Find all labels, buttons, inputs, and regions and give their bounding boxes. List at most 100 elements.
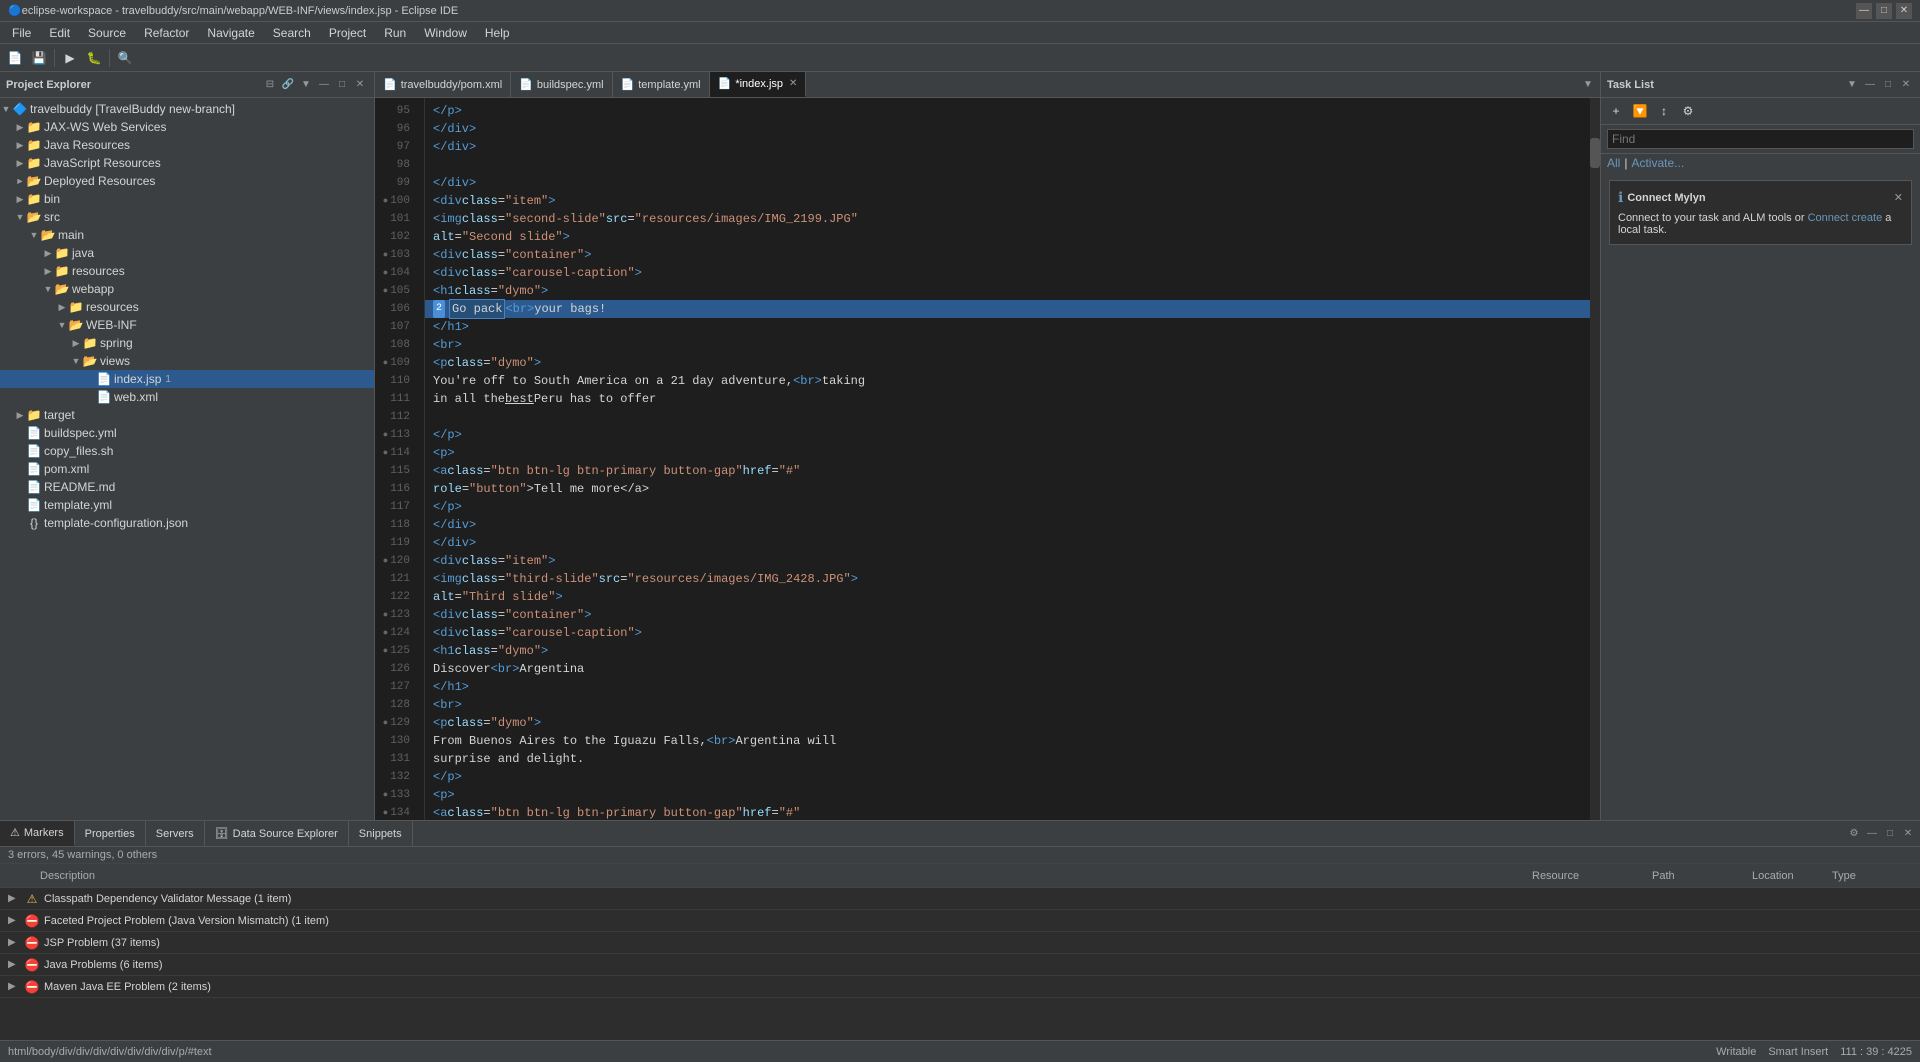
marker-row-1[interactable]: ▶ ⛔ Faceted Project Problem (Java Versio… — [0, 910, 1920, 932]
code-line-118[interactable]: </div> — [425, 516, 1590, 534]
tree-item-19[interactable]: 📄 copy_files.sh — [0, 442, 374, 460]
tab-pom-xml[interactable]: 📄 travelbuddy/pom.xml — [375, 72, 511, 97]
link-editor-button[interactable]: 🔗 — [280, 77, 296, 93]
fold-100[interactable]: ● — [383, 192, 388, 210]
tab-properties[interactable]: Properties — [75, 821, 146, 846]
expand-icon-2[interactable]: ▶ — [8, 937, 24, 948]
maximize-panel-button[interactable]: □ — [334, 77, 350, 93]
col-location[interactable]: Location — [1752, 870, 1832, 882]
menu-help[interactable]: Help — [477, 24, 518, 42]
tab-template[interactable]: 📄 template.yml — [613, 72, 710, 97]
code-line-125[interactable]: <h1 class="dymo"> — [425, 642, 1590, 660]
code-line-113[interactable]: </p> — [425, 426, 1590, 444]
save-button[interactable]: 💾 — [28, 47, 50, 69]
menu-file[interactable]: File — [4, 24, 39, 42]
code-line-98[interactable] — [425, 156, 1590, 174]
tree-item-6[interactable]: ▼ 📂 src — [0, 208, 374, 226]
fold-124[interactable]: ● — [383, 624, 388, 642]
task-filter-button[interactable]: 🔽 — [1629, 100, 1651, 122]
fold-134[interactable]: ● — [383, 804, 388, 820]
view-menu-button[interactable]: ▼ — [298, 77, 314, 93]
tree-item-18[interactable]: 📄 buildspec.yml — [0, 424, 374, 442]
fold-129[interactable]: ● — [383, 714, 388, 732]
tab-servers[interactable]: Servers — [146, 821, 205, 846]
activate-link[interactable]: Activate... — [1631, 156, 1684, 170]
code-line-128[interactable]: <br> — [425, 696, 1590, 714]
fold-105[interactable]: ● — [383, 282, 388, 300]
task-sort-button[interactable]: ↕ — [1653, 100, 1675, 122]
task-list-minimize[interactable]: — — [1862, 77, 1878, 93]
tree-item-0[interactable]: ▼ 🔷 travelbuddy [TravelBuddy new-branch] — [0, 100, 374, 118]
tree-item-16[interactable]: 📄 web.xml — [0, 388, 374, 406]
code-line-101[interactable]: <img class="second-slide" src="resources… — [425, 210, 1590, 228]
code-line-99[interactable]: </div> — [425, 174, 1590, 192]
col-type[interactable]: Type — [1832, 870, 1912, 882]
fold-113[interactable]: ● — [383, 426, 388, 444]
tree-item-2[interactable]: ▶ 📁 Java Resources — [0, 136, 374, 154]
menu-window[interactable]: Window — [416, 24, 475, 42]
task-list-view-menu[interactable]: ▼ — [1844, 77, 1860, 93]
editor-scrollbar[interactable] — [1590, 98, 1600, 820]
code-line-115[interactable]: <a class="btn btn-lg btn-primary button-… — [425, 462, 1590, 480]
expand-icon-1[interactable]: ▶ — [8, 915, 24, 926]
task-list-close[interactable]: ✕ — [1898, 77, 1914, 93]
code-line-120[interactable]: <div class="item"> — [425, 552, 1590, 570]
menu-refactor[interactable]: Refactor — [136, 24, 197, 42]
tree-item-11[interactable]: ▶ 📁 resources — [0, 298, 374, 316]
tree-item-23[interactable]: {} template-configuration.json — [0, 514, 374, 532]
code-line-97[interactable]: </div> — [425, 138, 1590, 156]
all-link[interactable]: All — [1607, 156, 1620, 170]
tab-index-close[interactable]: ✕ — [789, 78, 797, 89]
code-line-102[interactable]: alt="Second slide"> — [425, 228, 1590, 246]
code-line-129[interactable]: <p class="dymo"> — [425, 714, 1590, 732]
menu-navigate[interactable]: Navigate — [199, 24, 262, 42]
col-resource[interactable]: Resource — [1532, 870, 1652, 882]
col-path[interactable]: Path — [1652, 870, 1752, 882]
expand-icon-0[interactable]: ▶ — [8, 893, 24, 904]
minimize-panel-button[interactable]: — — [316, 77, 332, 93]
code-line-117[interactable]: </p> — [425, 498, 1590, 516]
code-line-126[interactable]: Discover<br>Argentina — [425, 660, 1590, 678]
code-line-121[interactable]: <img class="third-slide" src="resources/… — [425, 570, 1590, 588]
code-line-103[interactable]: <div class="container"> — [425, 246, 1590, 264]
expand-icon-4[interactable]: ▶ — [8, 981, 24, 992]
tree-item-17[interactable]: ▶ 📁 target — [0, 406, 374, 424]
code-line-134[interactable]: <a class="btn btn-lg btn-primary button-… — [425, 804, 1590, 820]
code-line-116[interactable]: role="button">Tell me more</a> — [425, 480, 1590, 498]
code-line-132[interactable]: </p> — [425, 768, 1590, 786]
code-line-100[interactable]: <div class="item"> — [425, 192, 1590, 210]
code-line-105[interactable]: <h1 class="dymo"> — [425, 282, 1590, 300]
collapse-bottom-button[interactable]: — — [1864, 826, 1880, 842]
code-line-133[interactable]: <p> — [425, 786, 1590, 804]
tab-list-button[interactable]: ▼ — [1580, 77, 1596, 93]
fold-125[interactable]: ● — [383, 642, 388, 660]
tree-item-13[interactable]: ▶ 📁 spring — [0, 334, 374, 352]
fold-120[interactable]: ● — [383, 552, 388, 570]
run-button[interactable]: ▶ — [59, 47, 81, 69]
code-line-96[interactable]: </div> — [425, 120, 1590, 138]
collapse-all-button[interactable]: ⊟ — [262, 77, 278, 93]
fold-104[interactable]: ● — [383, 264, 388, 282]
code-line-124[interactable]: <div class="carousel-caption"> — [425, 624, 1590, 642]
menu-run[interactable]: Run — [376, 24, 414, 42]
col-description[interactable]: Description — [40, 870, 1532, 882]
debug-button[interactable]: 🐛 — [83, 47, 105, 69]
code-line-111[interactable]: in all thebest Peru has to offer — [425, 390, 1590, 408]
tab-markers[interactable]: ⚠ Markers — [0, 821, 75, 846]
code-line-104[interactable]: <div class="carousel-caption"> — [425, 264, 1590, 282]
code-line-106[interactable]: 2 Go pack<br>your bags! — [425, 300, 1590, 318]
tree-item-4[interactable]: ► 📂 Deployed Resources — [0, 172, 374, 190]
menu-search[interactable]: Search — [265, 24, 319, 42]
code-line-119[interactable]: </div> — [425, 534, 1590, 552]
close-panel-button[interactable]: ✕ — [352, 77, 368, 93]
marker-row-0[interactable]: ▶ ⚠ Classpath Dependency Validator Messa… — [0, 888, 1920, 910]
tree-item-15[interactable]: 📄 index.jsp 1 — [0, 370, 374, 388]
tree-item-21[interactable]: 📄 README.md — [0, 478, 374, 496]
new-button[interactable]: 📄 — [4, 47, 26, 69]
fold-133[interactable]: ● — [383, 786, 388, 804]
marker-row-3[interactable]: ▶ ⛔ Java Problems (6 items) — [0, 954, 1920, 976]
tab-index-jsp[interactable]: 📄 *index.jsp ✕ — [710, 72, 807, 97]
tree-item-20[interactable]: 📄 pom.xml — [0, 460, 374, 478]
tree-item-12[interactable]: ▼ 📂 WEB-INF — [0, 316, 374, 334]
mylyn-close-button[interactable]: ✕ — [1894, 191, 1903, 204]
